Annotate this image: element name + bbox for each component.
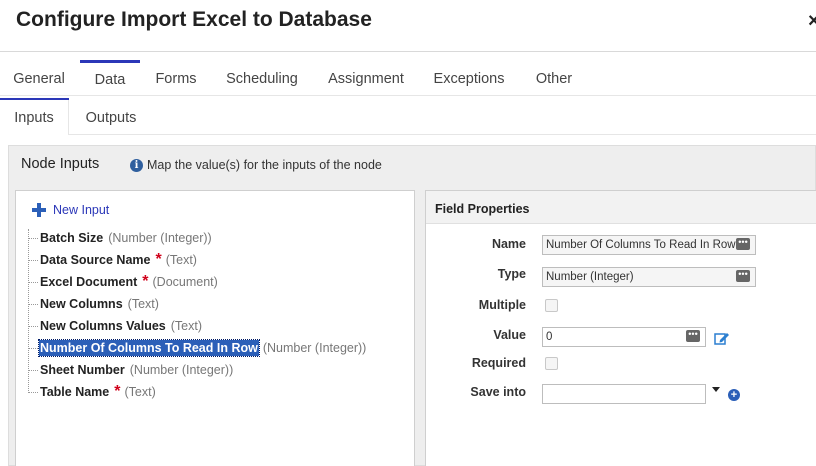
- new-input-label: New Input: [53, 203, 110, 217]
- dialog-title: Configure Import Excel to Database: [16, 8, 372, 31]
- tab-label: Exceptions: [433, 71, 505, 87]
- input-name: Number Of Columns To Read In Row: [40, 341, 258, 355]
- input-name: Excel Document: [40, 275, 138, 289]
- save-into-select[interactable]: [542, 384, 706, 404]
- node-inputs-info-text: Map the value(s) for the inputs of the n…: [147, 158, 382, 172]
- tree-branch: [28, 326, 38, 327]
- tab-label: General: [13, 71, 65, 87]
- required-label: Required: [471, 356, 526, 370]
- multiple-checkbox[interactable]: [545, 299, 558, 312]
- tab-label: Forms: [155, 71, 197, 87]
- main-tabs: General Data Forms Scheduling Assignment…: [0, 60, 816, 96]
- tab-exceptions[interactable]: Exceptions: [422, 60, 516, 96]
- tree-item-row: Excel Document * (Document): [39, 273, 218, 291]
- tab-general[interactable]: General: [0, 60, 78, 96]
- tab-label: Other: [535, 71, 573, 87]
- tree-item-row: Sheet Number (Number (Integer)): [39, 361, 233, 379]
- tab-assignment[interactable]: Assignment: [316, 60, 416, 96]
- title-bar: Configure Import Excel to Database ×: [0, 0, 816, 52]
- field-properties-title: Field Properties: [435, 202, 530, 216]
- inputs-tree: New Input Batch Size (Number (Integer)) D…: [15, 190, 415, 466]
- value-field[interactable]: 0: [542, 327, 706, 347]
- input-type: (Text): [170, 319, 202, 333]
- input-name: New Columns Values: [40, 319, 166, 333]
- input-name: New Columns: [40, 297, 123, 311]
- edit-icon[interactable]: [714, 331, 730, 345]
- name-picker-dots-icon[interactable]: •••: [736, 238, 750, 250]
- field-properties-panel: Field Properties Name Number Of Columns …: [425, 190, 816, 466]
- tab-forms[interactable]: Forms: [142, 60, 210, 96]
- input-type: (Document): [152, 275, 218, 289]
- input-type: (Text): [124, 385, 156, 399]
- tree-branch: [28, 370, 38, 371]
- tree-item-label: New Columns Values: [39, 318, 167, 334]
- value-label: Value: [493, 328, 526, 342]
- tree-branch: [28, 348, 38, 349]
- field-properties-header: Field Properties: [426, 191, 816, 224]
- tree-item-row: Table Name * (Text): [39, 383, 156, 401]
- chevron-down-icon[interactable]: [712, 387, 720, 392]
- type-field-value: Number (Integer): [546, 271, 634, 283]
- subtab-label: Outputs: [85, 110, 137, 126]
- tab-label: Assignment: [328, 71, 404, 87]
- save-into-label: Save into: [470, 385, 526, 399]
- tree-item-label: New Columns: [39, 296, 124, 312]
- tree-branch: [28, 282, 38, 283]
- tree-item-label-selected: Number Of Columns To Read In Row: [38, 339, 260, 357]
- name-field-value: Number Of Columns To Read In Row: [546, 239, 736, 251]
- multiple-label: Multiple: [478, 298, 526, 312]
- input-name: Batch Size: [40, 231, 104, 245]
- tree-item-label: Batch Size: [39, 230, 104, 246]
- tree-item-label: Sheet Number: [39, 362, 126, 378]
- value-picker-dots-icon[interactable]: •••: [686, 330, 700, 342]
- tree-item-row: Batch Size (Number (Integer)): [39, 229, 212, 247]
- input-type: (Number (Integer)): [262, 341, 367, 355]
- value-field-value: 0: [546, 331, 553, 343]
- input-name: Sheet Number: [40, 363, 125, 377]
- node-inputs-panel: Node Inputs i Map the value(s) for the i…: [8, 145, 816, 466]
- close-icon[interactable]: ×: [808, 10, 816, 33]
- plus-icon: [32, 203, 46, 217]
- tree-item-row: New Columns (Text): [39, 295, 159, 313]
- tree-item-row: Number Of Columns To Read In Row (Number …: [38, 339, 367, 357]
- name-field[interactable]: Number Of Columns To Read In Row: [542, 235, 756, 255]
- info-icon: i: [130, 159, 143, 172]
- input-type: (Number (Integer)): [108, 231, 212, 245]
- input-type: (Text): [165, 253, 197, 267]
- input-type: (Text): [127, 297, 159, 311]
- subtab-outputs[interactable]: Outputs: [72, 100, 150, 135]
- tree-item-row: Data Source Name * (Text): [39, 251, 197, 269]
- node-inputs-title: Node Inputs: [21, 156, 100, 172]
- type-picker-dots-icon[interactable]: •••: [736, 270, 750, 282]
- required-marker: *: [114, 383, 121, 400]
- name-label: Name: [491, 237, 526, 251]
- input-name: Table Name: [40, 385, 110, 399]
- tab-scheduling[interactable]: Scheduling: [214, 60, 310, 96]
- required-marker: *: [155, 251, 162, 268]
- tab-data[interactable]: Data: [80, 60, 140, 96]
- tree-connector: [28, 229, 29, 393]
- input-name: Data Source Name: [40, 253, 151, 267]
- tree-branch: [28, 392, 38, 393]
- subtab-label: Inputs: [14, 110, 54, 126]
- tab-other[interactable]: Other: [522, 60, 586, 96]
- tree-branch: [28, 304, 38, 305]
- node-inputs-header: Node Inputs i Map the value(s) for the i…: [9, 146, 815, 184]
- type-field[interactable]: Number (Integer): [542, 267, 756, 287]
- required-checkbox[interactable]: [545, 357, 558, 370]
- tree-item-label: Data Source Name: [39, 252, 151, 268]
- subtab-inputs[interactable]: Inputs: [0, 100, 69, 135]
- tree-item-label: Table Name: [39, 384, 110, 400]
- tab-label: Data: [94, 72, 126, 88]
- required-marker: *: [142, 273, 149, 290]
- sub-tabs: Inputs Outputs: [0, 100, 816, 135]
- tree-branch: [28, 260, 38, 261]
- tab-label: Scheduling: [226, 71, 298, 87]
- tree-branch: [28, 238, 38, 239]
- type-label: Type: [497, 267, 526, 281]
- tree-item-label: Excel Document: [39, 274, 138, 290]
- tree-item-row: New Columns Values (Text): [39, 317, 202, 335]
- add-icon[interactable]: +: [728, 389, 740, 401]
- input-type: (Number (Integer)): [129, 363, 234, 377]
